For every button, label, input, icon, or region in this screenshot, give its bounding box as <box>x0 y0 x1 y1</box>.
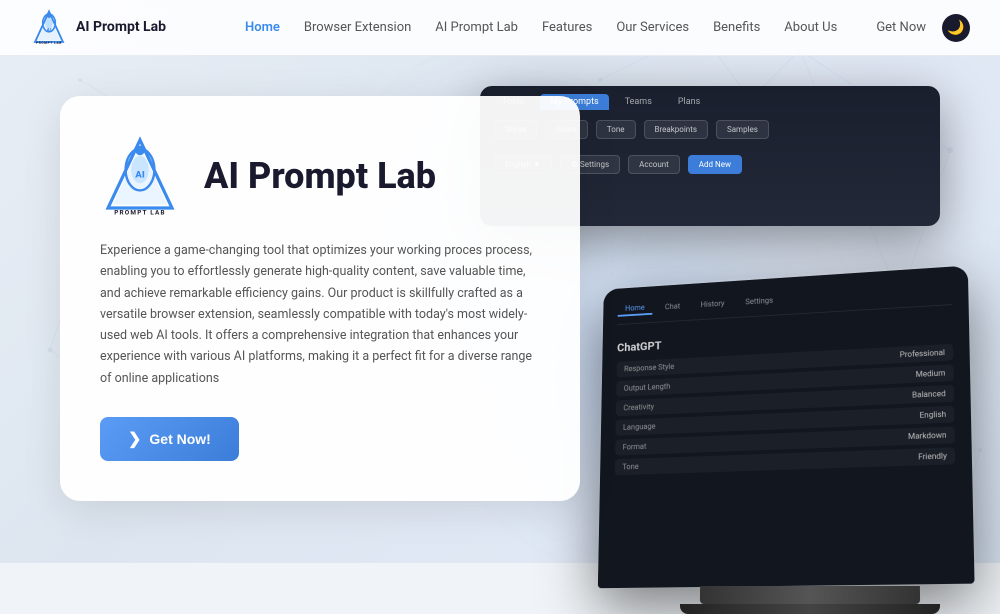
tablet-stand-base <box>700 586 920 604</box>
mock-tab-plans: Plans <box>668 94 710 110</box>
main-content: AI PROMPT LAB AI Prompt Lab Experience a… <box>0 56 1000 563</box>
nav-link-home[interactable]: Home <box>245 20 280 35</box>
row-label-1: Output Length <box>624 382 671 393</box>
row-val-3: English <box>920 410 947 420</box>
nav-link-browser-extension[interactable]: Browser Extension <box>304 20 411 35</box>
hero-logo-area: AI PROMPT LAB AI Prompt Lab <box>100 136 540 216</box>
row-val-2: Balanced <box>912 389 946 399</box>
mock-btn-addnew: Add New <box>688 155 742 174</box>
row-val-1: Medium <box>916 369 946 379</box>
get-now-button[interactable]: ❯ Get Now! <box>100 417 239 461</box>
tablet-tab-settings: Settings <box>738 294 781 309</box>
svg-text:PROMPT LAB: PROMPT LAB <box>36 40 62 44</box>
nav-logo[interactable]: AI PROMPT LAB AI Prompt Lab <box>30 9 166 47</box>
nav-get-now[interactable]: Get Now <box>876 20 926 35</box>
row-val-0: Professional <box>900 348 945 359</box>
mock-btn-breakpoints: Breakpoints <box>644 120 708 139</box>
nav-brand-text: AI Prompt Lab <box>76 19 166 36</box>
cta-label: Get Now! <box>149 431 210 447</box>
tablet-tab-home: Home <box>618 301 652 317</box>
hero-logo-icon: AI PROMPT LAB <box>100 136 180 216</box>
dark-mode-button[interactable]: 🌙 <box>942 14 970 42</box>
nav-link-features[interactable]: Features <box>542 20 592 35</box>
mock-btn-samples: Samples <box>716 120 769 139</box>
row-label-2: Creativity <box>623 402 654 412</box>
tablet-rows: Response Style Professional Output Lengt… <box>615 344 956 475</box>
row-label-4: Format <box>623 442 647 451</box>
svg-text:AI: AI <box>46 27 52 33</box>
navbar: AI PROMPT LAB AI Prompt Lab Home Browser… <box>0 0 1000 56</box>
logo-icon: AI PROMPT LAB <box>30 9 68 47</box>
tablet-stand-foot <box>680 604 940 614</box>
mock-btn-tone: Tone <box>596 120 636 139</box>
row-val-5: Friendly <box>918 452 947 462</box>
row-label-5: Tone <box>622 462 638 471</box>
nav-link-ai-prompt-lab[interactable]: AI Prompt Lab <box>435 20 518 35</box>
nav-links: Home Browser Extension AI Prompt Lab Fea… <box>206 20 876 35</box>
tablet-screen: Home Chat History Settings ChatGPT Respo… <box>598 266 975 589</box>
nav-link-benefits[interactable]: Benefits <box>713 20 760 35</box>
hero-card: AI PROMPT LAB AI Prompt Lab Experience a… <box>60 96 580 501</box>
tablet-content: ChatGPT Response Style Professional Outp… <box>615 315 956 483</box>
svg-text:PROMPT LAB: PROMPT LAB <box>114 208 166 216</box>
chevron-icon: ❯ <box>128 429 141 449</box>
row-label-3: Language <box>623 422 656 432</box>
tablet-tab-history: History <box>693 297 732 311</box>
hero-description: Experience a game-changing tool that opt… <box>100 240 540 389</box>
nav-link-our-services[interactable]: Our Services <box>616 20 689 35</box>
mockup-tablet: Home Chat History Settings ChatGPT Respo… <box>598 266 975 589</box>
hero-title: AI Prompt Lab <box>204 155 436 197</box>
row-val-4: Markdown <box>908 431 947 441</box>
nav-right: Get Now 🌙 <box>876 14 970 42</box>
mock-tab-teams: Teams <box>615 94 662 110</box>
moon-icon: 🌙 <box>947 20 964 36</box>
svg-text:AI: AI <box>134 170 145 181</box>
tablet-tab-chat: Chat <box>657 300 687 314</box>
nav-link-about-us[interactable]: About Us <box>784 20 837 35</box>
mock-btn-account: Account <box>628 155 680 174</box>
row-label-0: Response Style <box>624 362 674 373</box>
